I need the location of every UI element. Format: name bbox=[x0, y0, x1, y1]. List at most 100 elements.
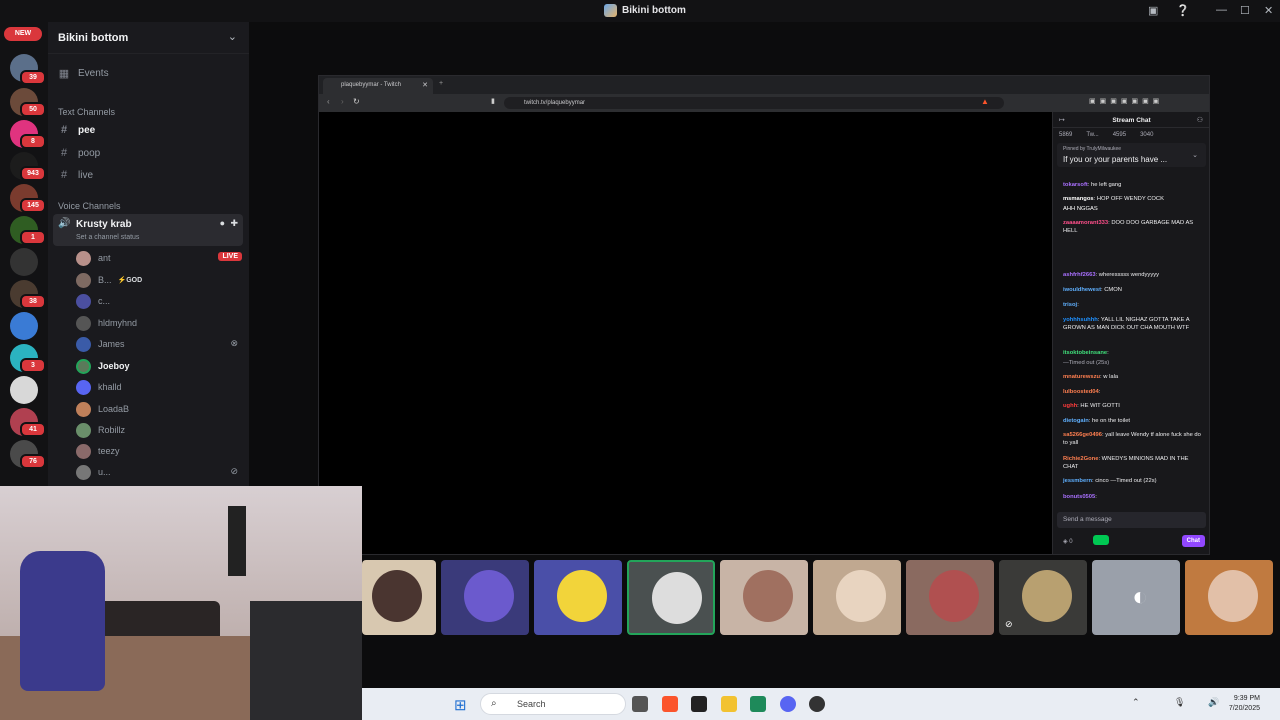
text-channels-category[interactable]: Text Channels bbox=[58, 107, 115, 117]
chat-username[interactable]: Richie2Gone bbox=[1063, 456, 1098, 462]
pinned-message[interactable]: Pinned by TrulyMilwaukee If you or your … bbox=[1057, 143, 1206, 167]
reload-icon[interactable]: ↻ bbox=[353, 97, 360, 106]
close-button[interactable]: ✕ bbox=[1264, 4, 1273, 17]
call-of-duty-icon[interactable] bbox=[691, 696, 707, 712]
chat-username[interactable]: bonuts0505 bbox=[1063, 494, 1095, 500]
voice-channel-krusty-krab[interactable]: 🔊 Krusty krab Set a channel status ● ✚ bbox=[53, 214, 243, 246]
chat-icon[interactable]: ● bbox=[220, 218, 225, 228]
chat-username[interactable]: iwouldhewest bbox=[1063, 287, 1101, 293]
chat-input[interactable]: Send a message bbox=[1057, 512, 1206, 528]
taskbar-clock[interactable]: 9:39 PM 7/20/2025 bbox=[1229, 694, 1260, 714]
chat-username[interactable]: trisoj bbox=[1063, 302, 1077, 308]
taskbar-search[interactable]: ⌕ Search bbox=[480, 693, 626, 715]
chat-username[interactable]: mnaturewszu bbox=[1063, 374, 1100, 380]
participant-avatar bbox=[929, 570, 979, 622]
voice-user[interactable]: khalld bbox=[76, 377, 242, 397]
bits-icon[interactable] bbox=[1093, 535, 1109, 545]
voice-user[interactable]: ant LIVE bbox=[76, 248, 242, 268]
channel-points[interactable]: ◈ 0 bbox=[1063, 538, 1073, 545]
chat-message: AHH NGGAS bbox=[1063, 206, 1203, 214]
server-icon[interactable] bbox=[10, 248, 38, 276]
voice-user[interactable]: teezy bbox=[76, 441, 242, 461]
chat-username[interactable]: msmangos bbox=[1063, 196, 1094, 202]
extensions-icon[interactable]: ▣▣▣▣▣▣▣ bbox=[1089, 97, 1163, 105]
back-icon[interactable]: ‹ bbox=[327, 97, 330, 106]
participant-tile[interactable] bbox=[906, 560, 994, 635]
chevron-up-icon[interactable]: ⌃ bbox=[1132, 697, 1140, 708]
participant-tile[interactable] bbox=[813, 560, 901, 635]
channel-poop[interactable]: # poop bbox=[56, 143, 242, 163]
browser-tab[interactable]: plaquebyymar - Twitch ✕ bbox=[323, 78, 433, 94]
brave-icon[interactable] bbox=[662, 696, 678, 712]
server-icon[interactable] bbox=[10, 376, 38, 404]
add-user-icon[interactable]: ✚ bbox=[230, 218, 238, 229]
chat-username[interactable]: tokarsoft bbox=[1063, 182, 1088, 188]
participant-tile[interactable] bbox=[720, 560, 808, 635]
server-icon[interactable] bbox=[10, 312, 38, 340]
participant-tile[interactable] bbox=[1185, 560, 1273, 635]
microphone-icon[interactable]: 🎙 bbox=[1174, 697, 1185, 708]
voice-user[interactable]: hldmyhnd bbox=[76, 313, 242, 333]
participant-tile[interactable] bbox=[362, 560, 436, 635]
chat-username[interactable]: dietogain bbox=[1063, 418, 1089, 424]
chat-stats: 5869 Tw... 4595 3040 bbox=[1059, 132, 1154, 138]
help-icon[interactable]: ❔ bbox=[1176, 4, 1190, 17]
server-header[interactable]: Bikini bottom ⌄ bbox=[48, 22, 249, 54]
chat-username[interactable]: ughh bbox=[1063, 403, 1077, 409]
chat-text: CMON bbox=[1104, 287, 1122, 293]
events-item[interactable]: ▦ Events bbox=[56, 63, 242, 83]
chat-username[interactable]: ashfrhf2663 bbox=[1063, 272, 1096, 278]
channel-sidebar: Bikini bottom ⌄ ▦ Events Text Channels #… bbox=[48, 22, 249, 486]
participant-tile[interactable] bbox=[534, 560, 622, 635]
task-view-icon[interactable] bbox=[632, 696, 648, 712]
chat-username[interactable]: jessmbern bbox=[1063, 478, 1092, 484]
voice-user[interactable]: u... ⊘ bbox=[76, 462, 242, 482]
voice-channels-category[interactable]: Voice Channels bbox=[58, 201, 121, 211]
voice-user[interactable]: James ⊗ bbox=[76, 334, 242, 354]
participant-tile[interactable]: ⊘ bbox=[999, 560, 1087, 635]
chat-button[interactable]: Chat bbox=[1181, 535, 1205, 547]
chat-username[interactable]: yohhhsuhhh bbox=[1063, 317, 1098, 323]
channel-status[interactable]: Set a channel status bbox=[76, 234, 139, 241]
desk bbox=[250, 601, 362, 720]
channel-live[interactable]: # live bbox=[56, 165, 242, 185]
forward-icon[interactable]: › bbox=[341, 97, 344, 106]
app-icon[interactable] bbox=[750, 696, 766, 712]
voice-user[interactable]: Robillz bbox=[76, 420, 242, 440]
avatar bbox=[76, 443, 91, 459]
chat-username[interactable]: sa5266ge0496 bbox=[1063, 432, 1102, 438]
app-icon[interactable] bbox=[809, 696, 825, 712]
chat-username[interactable]: itsoktobeinsane bbox=[1063, 350, 1107, 356]
stream-browser-window[interactable]: plaquebyymar - Twitch ✕ + ‹ › ↻ ▮ twitch… bbox=[318, 75, 1210, 555]
file-explorer-icon[interactable] bbox=[721, 696, 737, 712]
close-tab-icon[interactable]: ✕ bbox=[422, 81, 428, 89]
avatar bbox=[76, 336, 91, 352]
discord-icon[interactable] bbox=[780, 696, 796, 712]
new-badge[interactable]: NEW bbox=[4, 27, 42, 41]
participant-tile[interactable]: ◐ bbox=[1092, 560, 1180, 635]
chat-username[interactable]: zaaaamorant333 bbox=[1063, 220, 1108, 226]
participant-tile[interactable] bbox=[441, 560, 529, 635]
minimize-button[interactable]: — bbox=[1216, 4, 1227, 16]
maximize-button[interactable]: ☐ bbox=[1240, 4, 1250, 17]
inbox-icon[interactable]: ▣ bbox=[1148, 4, 1158, 17]
bookmark-icon[interactable]: ▮ bbox=[491, 97, 495, 105]
participant-tile-speaking[interactable] bbox=[627, 560, 715, 635]
voice-user[interactable]: c... bbox=[76, 291, 242, 311]
chat-username[interactable]: lulboosted04 bbox=[1063, 389, 1099, 395]
users-icon[interactable]: ⚇ bbox=[1197, 116, 1203, 124]
url-bar[interactable]: twitch.tv/plaquebyymar bbox=[504, 97, 1004, 109]
chevron-down-icon[interactable]: ⌄ bbox=[1192, 151, 1198, 159]
voice-user[interactable]: B... ⚡GOD bbox=[76, 270, 242, 290]
voice-user[interactable]: LoadaB bbox=[76, 399, 242, 419]
video-player[interactable] bbox=[319, 112, 1052, 554]
voice-user[interactable]: Joeboy bbox=[76, 356, 242, 376]
collapse-icon[interactable]: ↦ bbox=[1059, 116, 1065, 124]
hash-icon: # bbox=[60, 147, 68, 159]
windows-start-icon[interactable]: ⊞ bbox=[454, 696, 467, 714]
volume-icon[interactable]: 🔊 bbox=[1208, 697, 1219, 708]
server-rail: NEW 39 50 8 943 145 1 38 3 41 76 bbox=[0, 22, 48, 486]
brave-shield-icon[interactable]: ▲ bbox=[981, 97, 989, 106]
channel-pee[interactable]: # pee bbox=[56, 120, 242, 140]
new-tab-icon[interactable]: + bbox=[439, 80, 443, 87]
